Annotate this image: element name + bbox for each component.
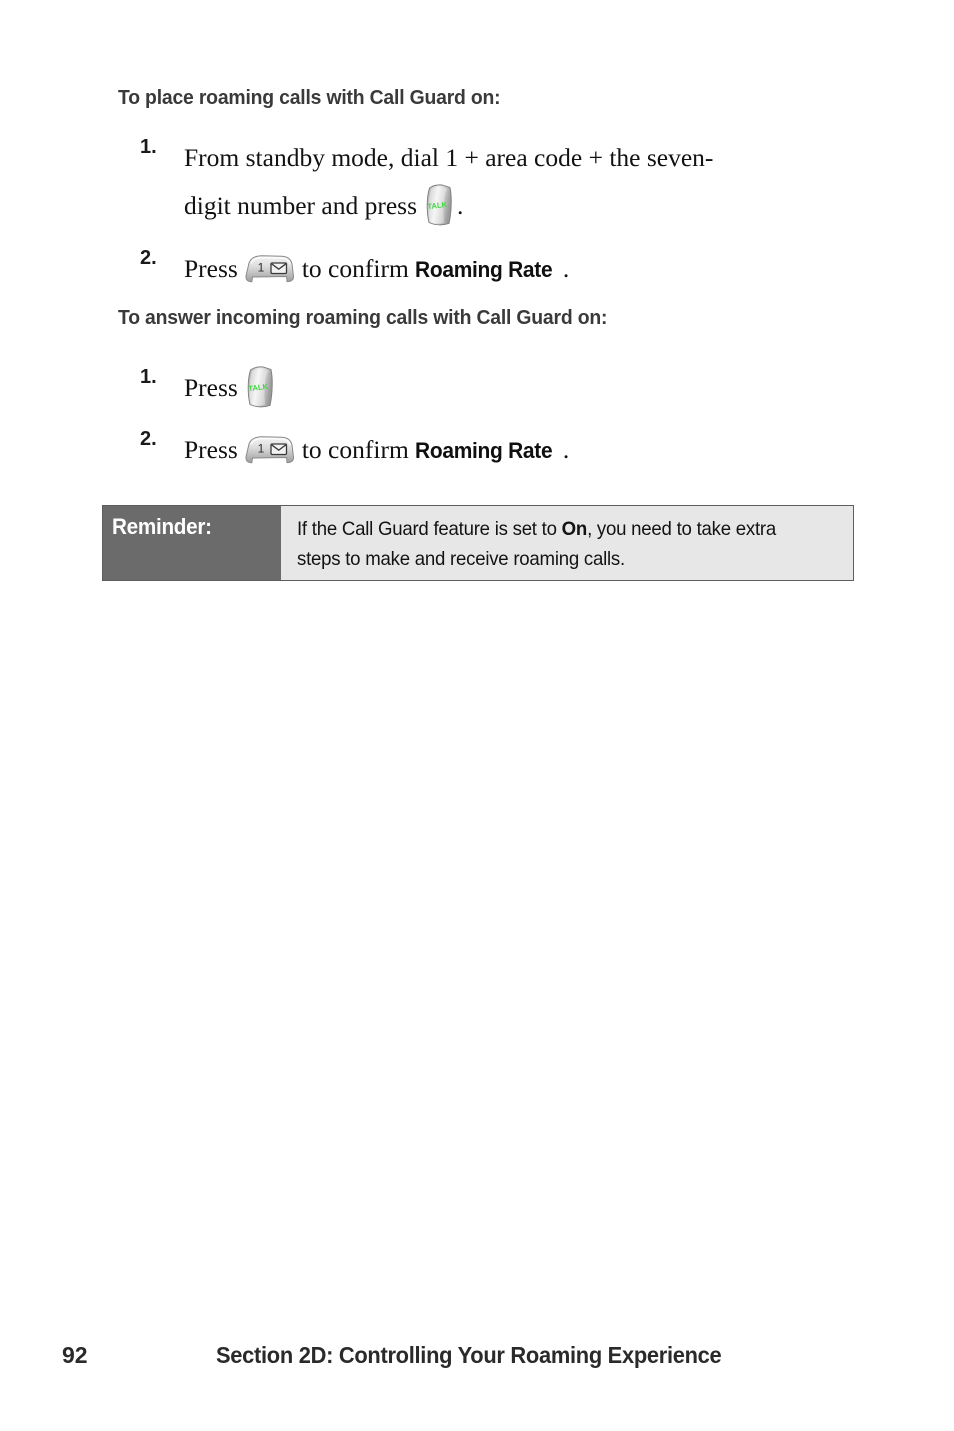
step-text-segment: Press: [184, 373, 238, 402]
reminder-body-bold: On: [561, 518, 588, 540]
heading-place-roaming-calls: To place roaming calls with Call Guard o…: [118, 86, 501, 109]
footer-section-title: Section 2D: Controlling Your Roaming Exp…: [216, 1342, 722, 1368]
talk-key-icon: TALK: [244, 366, 274, 408]
step-text-segment: digit number and press: [184, 191, 417, 220]
reminder-body-cell: If the Call Guard feature is set to On, …: [281, 506, 853, 580]
step-text-segment: to confirm: [301, 254, 409, 283]
step-text: Press 1 to confirm Roaming Rate .: [184, 243, 569, 296]
svg-text:1: 1: [258, 261, 265, 275]
step-text-segment: .: [457, 191, 464, 220]
step-text-segment: Press: [184, 254, 238, 283]
page-footer: 92 Section 2D: Controlling Your Roaming …: [0, 1342, 954, 1382]
document-page: To place roaming calls with Call Guard o…: [0, 0, 954, 1431]
step-number: 2.: [140, 428, 157, 450]
reminder-body: If the Call Guard feature is set to On, …: [297, 514, 818, 574]
envelope-glyph: [270, 443, 287, 456]
step-text-segment: Press: [184, 435, 238, 464]
step-number: 2.: [140, 247, 157, 269]
envelope-glyph: [270, 262, 287, 275]
list-item: 1. Press TALK: [140, 362, 278, 414]
emphasis-roaming-rate: Roaming Rate: [415, 257, 553, 282]
step-text-segment: From standby mode, dial 1 + area code + …: [184, 143, 714, 172]
one-key-icon: 1: [242, 435, 296, 465]
one-key-icon: 1: [242, 254, 296, 284]
step-number: 1.: [140, 366, 157, 388]
step-text: From standby mode, dial 1 + area code + …: [184, 132, 713, 184]
step-number: 1.: [140, 136, 157, 158]
reminder-label: Reminder:: [112, 514, 212, 539]
step-text-continuation: digit number and press TALK .: [184, 184, 463, 229]
reminder-callout: Reminder: If the Call Guard feature is s…: [102, 505, 854, 581]
reminder-label-cell: Reminder:: [103, 506, 281, 580]
step-text: Press 1 to confirm Roaming Rate .: [184, 424, 569, 477]
list-item: 1. From standby mode, dial 1 + area code…: [140, 132, 713, 184]
heading-answer-roaming-calls: To answer incoming roaming calls with Ca…: [118, 306, 608, 329]
list-item: 2. Press 1 to confirm Roaming Rate .: [140, 424, 569, 477]
list-item: 2. Press 1 to confirm Roaming Rate .: [140, 243, 569, 296]
svg-text:1: 1: [258, 442, 265, 456]
reminder-body-part1: If the Call Guard feature is set to: [297, 518, 562, 540]
step-text-segment: to confirm: [301, 435, 409, 464]
emphasis-roaming-rate: Roaming Rate: [415, 438, 553, 463]
step-text-end: .: [562, 435, 570, 464]
page-number: 92: [62, 1342, 88, 1368]
step-text-end: .: [562, 254, 570, 283]
step-text: Press TALK: [184, 362, 278, 414]
talk-key-icon: TALK: [423, 184, 453, 226]
